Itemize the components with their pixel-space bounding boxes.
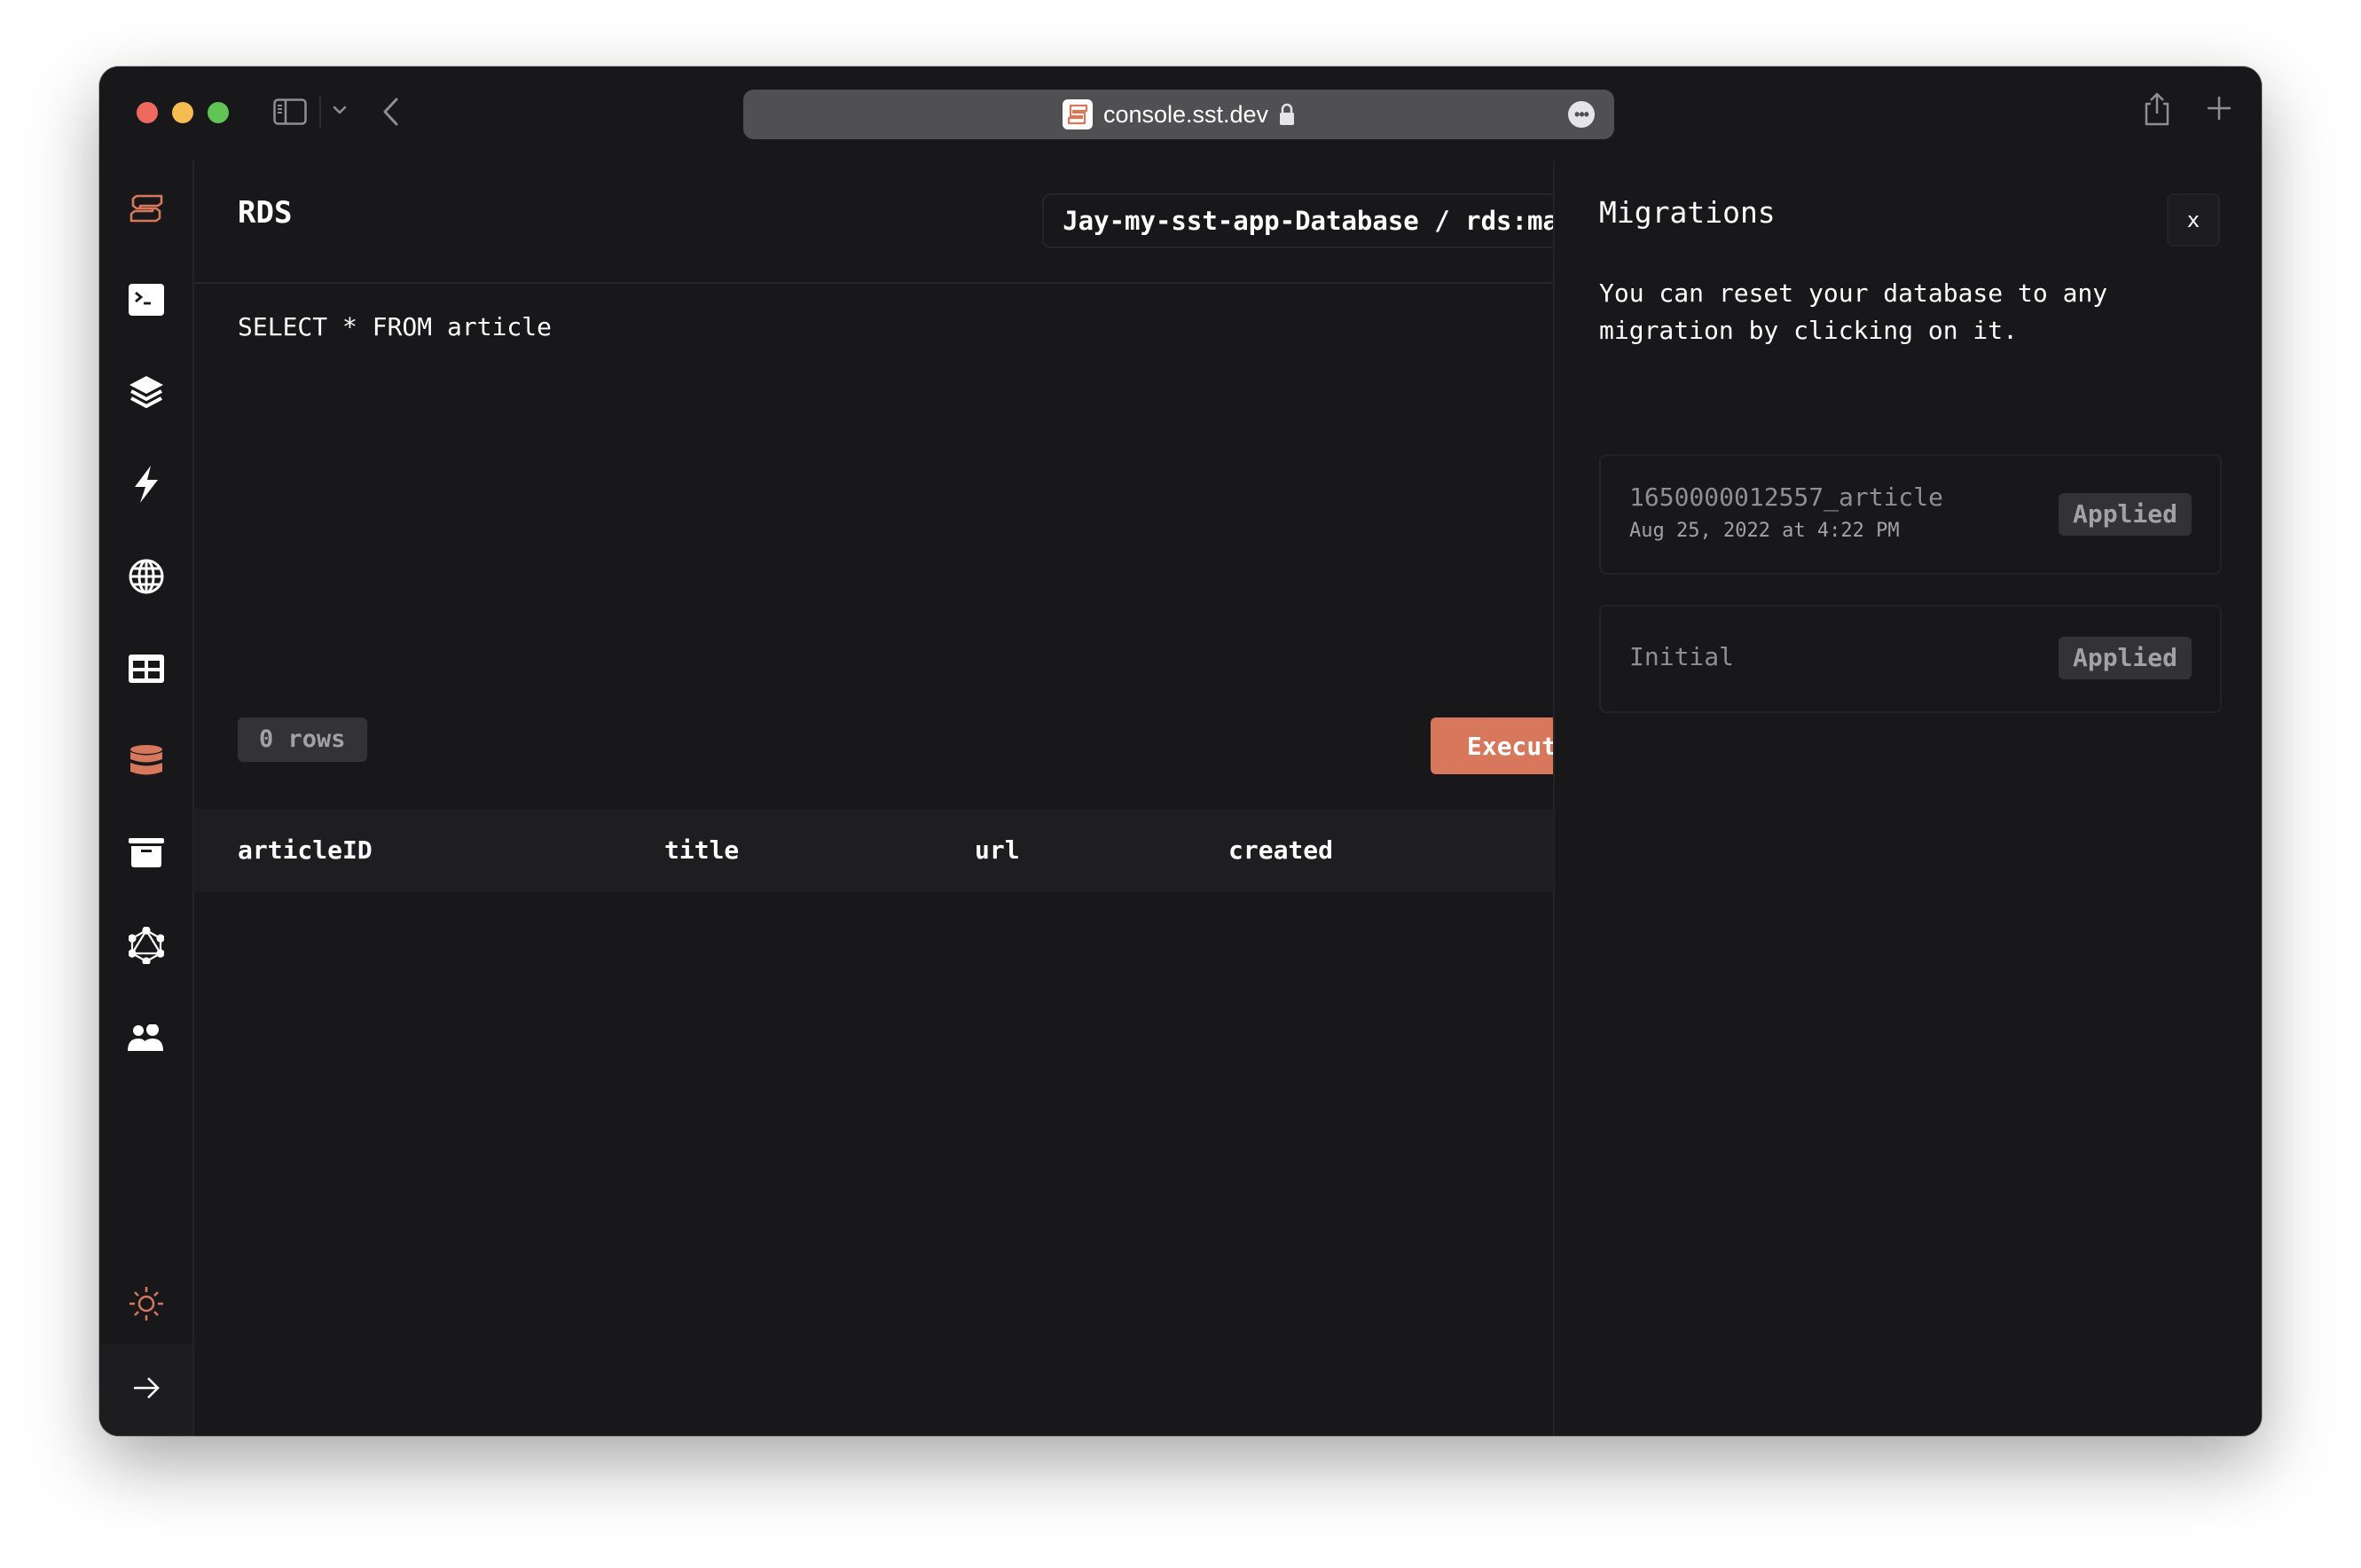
chevron-down-icon[interactable] [330, 100, 349, 120]
database-icon [129, 744, 163, 778]
ellipsis-icon[interactable]: ••• [1568, 101, 1595, 128]
close-icon: x [2186, 208, 2200, 232]
migration-item[interactable]: Initial Applied [1599, 605, 2222, 713]
terminal-icon [128, 284, 164, 316]
sidebar-item-local[interactable] [99, 264, 192, 335]
users-icon [127, 1024, 165, 1051]
migration-name: Initial [1629, 642, 1735, 671]
sidebar-item-cognito[interactable] [99, 1002, 192, 1073]
close-window-button[interactable] [137, 102, 158, 123]
sidebar-nav [99, 160, 194, 1436]
main-header: RDS Jay-my-sst-app-Database / rds:main [194, 160, 1610, 284]
sidebar-item-functions[interactable] [99, 449, 192, 520]
column-header-articleid[interactable]: articleID [238, 835, 373, 865]
address-bar[interactable]: console.sst.dev ••• [743, 90, 1614, 139]
minimize-window-button[interactable] [172, 102, 193, 123]
graphql-icon [128, 927, 164, 964]
layers-icon [128, 374, 165, 410]
lock-icon [1279, 103, 1295, 126]
sun-icon [128, 1285, 165, 1322]
sidebar-toggle-icon[interactable] [273, 98, 307, 125]
migration-item[interactable]: 1650000012557_article Aug 25, 2022 at 4:… [1599, 454, 2222, 575]
sidebar-item-graphql[interactable] [99, 910, 192, 981]
column-header-title[interactable]: title [664, 835, 739, 865]
theme-toggle-button[interactable] [99, 1268, 192, 1339]
migration-name: 1650000012557_article [1629, 482, 1944, 512]
expand-sidebar-button[interactable] [99, 1344, 192, 1436]
database-selector[interactable]: Jay-my-sst-app-Database / rds:main [1042, 193, 1610, 248]
share-icon[interactable] [2141, 91, 2173, 127]
chevron-left-icon[interactable] [381, 97, 401, 127]
sst-logo-icon [128, 194, 165, 223]
migrations-panel: Migrations x You can reset your database… [1553, 160, 2262, 1436]
sidebar-item-stacks[interactable] [99, 357, 192, 427]
migrations-description: You can reset your database to any migra… [1599, 278, 2108, 345]
globe-icon [128, 558, 165, 595]
sidebar-item-dynamodb[interactable] [99, 633, 192, 704]
migration-status-badge: Applied [2058, 637, 2192, 679]
toolbar-divider [319, 96, 321, 128]
query-editor[interactable]: SELECT * FROM article [238, 312, 1515, 578]
plus-icon[interactable] [2206, 95, 2232, 122]
sidebar-item-sst-logo[interactable] [99, 173, 192, 244]
rds-main-panel: RDS Jay-my-sst-app-Database / rds:main S… [194, 160, 1610, 1436]
sidebar-item-buckets[interactable] [99, 818, 192, 889]
page-title: RDS [238, 195, 293, 231]
rows-count-badge: 0 rows [238, 717, 367, 762]
results-table-header: articleID title url created [194, 809, 1553, 892]
column-header-created[interactable]: created [1228, 835, 1333, 865]
sidebar-item-rds[interactable] [99, 725, 192, 796]
zoom-window-button[interactable] [208, 102, 229, 123]
lightning-icon [133, 466, 160, 503]
close-migrations-button[interactable]: x [2167, 193, 2220, 247]
migration-status-badge: Applied [2058, 493, 2192, 536]
browser-window: console.sst.dev ••• RDS Jay-my-sst-app-D… [99, 67, 2262, 1436]
migrations-title: Migrations [1599, 195, 1776, 230]
browser-titlebar: console.sst.dev ••• [99, 67, 2262, 160]
sst-favicon-icon [1062, 99, 1093, 129]
sidebar-item-api[interactable] [99, 541, 192, 612]
migration-date: Aug 25, 2022 at 4:22 PM [1629, 520, 1900, 542]
archive-icon [128, 838, 164, 868]
table-icon [128, 655, 164, 683]
column-header-url[interactable]: url [975, 835, 1020, 865]
url-text: console.sst.dev [1102, 100, 1269, 128]
arrow-right-icon [132, 1376, 161, 1403]
